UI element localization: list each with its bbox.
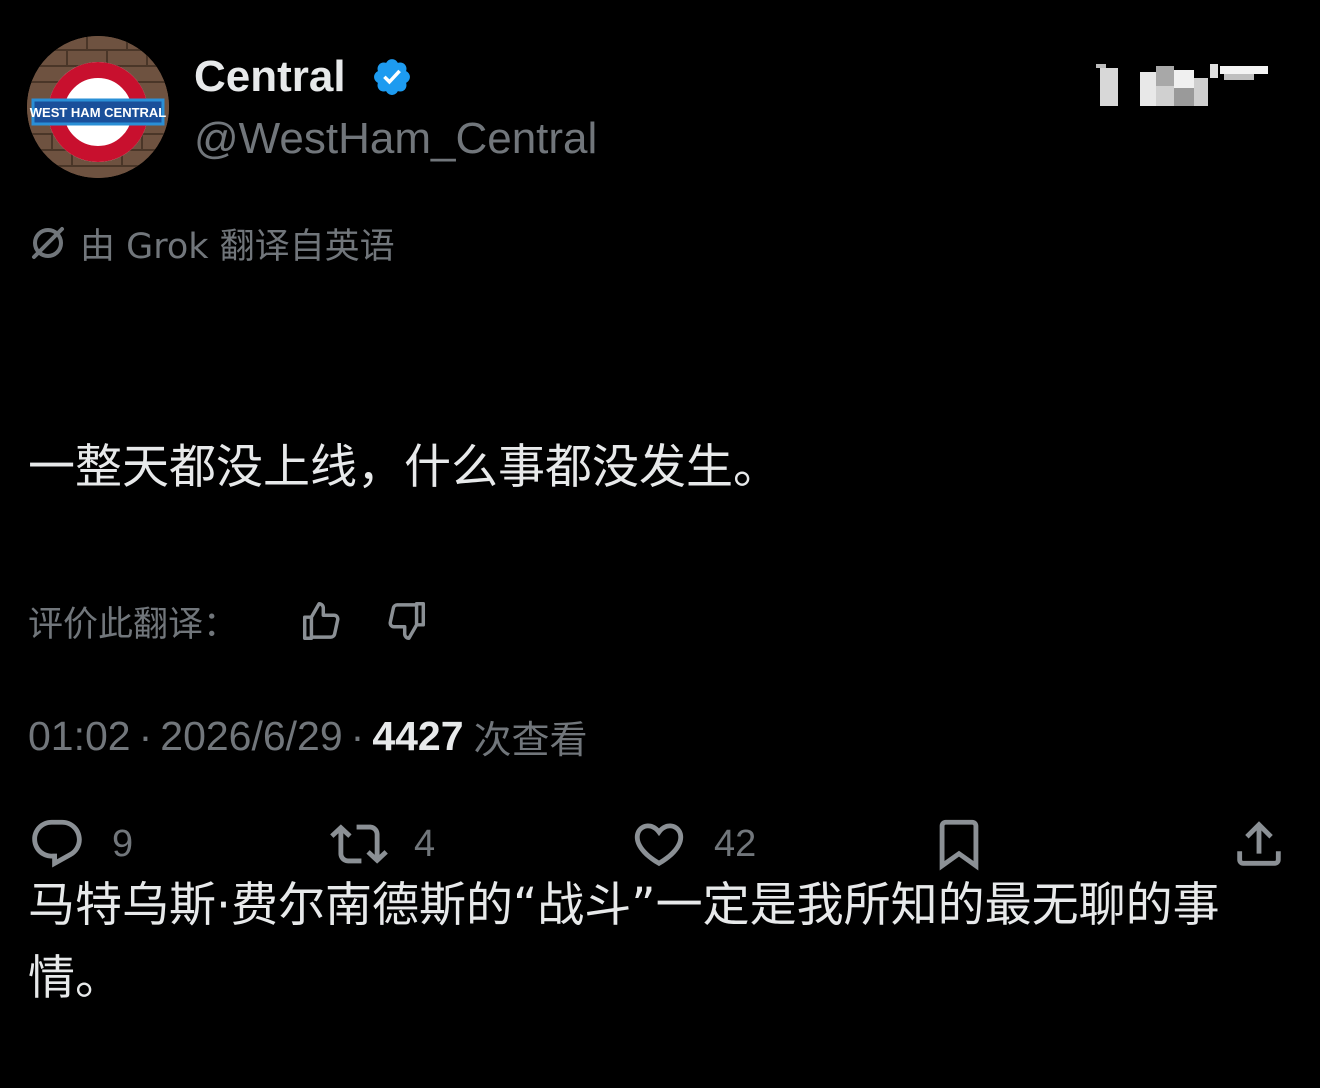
- avatar[interactable]: WEST HAM CENTRAL: [27, 36, 169, 178]
- translation-note: 由 Grok 翻译自英语: [28, 219, 395, 267]
- like-count: 42: [714, 822, 757, 865]
- meta-separator: ·: [138, 712, 153, 759]
- share-button[interactable]: [1230, 812, 1288, 876]
- tweet-time[interactable]: 01:02: [28, 713, 131, 760]
- thumbs-down-icon[interactable]: [384, 598, 430, 644]
- translation-note-text: 由 Grok 翻译自英语: [80, 226, 395, 267]
- tweet-paragraph: 一整天都没上线，什么事都没发生。: [28, 440, 780, 495]
- like-button[interactable]: 42: [630, 812, 756, 876]
- grok-icon: [32, 227, 64, 259]
- rate-translation-label: 评价此翻译：: [28, 604, 239, 645]
- bookmark-button[interactable]: [930, 812, 988, 876]
- share-icon: [1237, 821, 1281, 866]
- avatar-roundel-logo: WEST HAM CENTRAL: [27, 36, 169, 178]
- bookmark-icon: [939, 819, 979, 871]
- views-count[interactable]: 4427: [372, 713, 463, 760]
- tweet-paragraph: 马特乌斯·费尔南德斯的“战斗”一定是我所知的最无聊的事情。: [28, 878, 1220, 1006]
- views-label: 次查看: [473, 717, 588, 762]
- reply-icon: [32, 819, 82, 868]
- thumbs-up-icon[interactable]: [298, 598, 344, 644]
- avatar-sign-text: WEST HAM CENTRAL: [30, 105, 167, 120]
- tweet-meta: 01:02 · 2026/6/29 · 4427 次查看: [28, 708, 588, 764]
- verified-badge-icon: [374, 59, 410, 95]
- repost-count: 4: [414, 822, 436, 865]
- display-name[interactable]: Central: [194, 50, 346, 104]
- tweet-date[interactable]: 2026/6/29: [160, 713, 342, 760]
- repost-icon: [330, 824, 388, 864]
- reply-button[interactable]: 9: [28, 812, 133, 876]
- repost-button[interactable]: 4: [330, 812, 435, 876]
- tweet-text: 一整天都没上线，什么事都没发生。 马特乌斯·费尔南德斯的“战斗”一定是我所知的最…: [28, 285, 1298, 1088]
- author-handle[interactable]: @WestHam_Central: [194, 112, 597, 166]
- rate-translation: 评价此翻译：: [28, 596, 238, 646]
- reply-count: 9: [112, 822, 134, 865]
- meta-separator: ·: [350, 712, 365, 759]
- redacted-mark: [1096, 64, 1268, 106]
- heart-icon: [634, 823, 684, 867]
